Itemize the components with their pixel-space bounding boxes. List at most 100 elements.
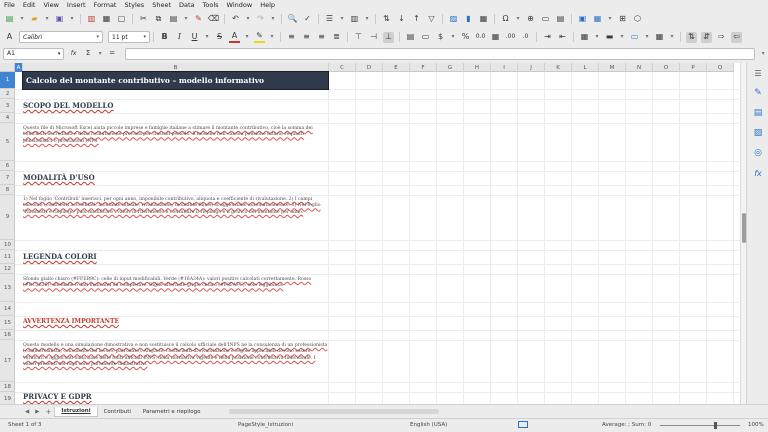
undo-icon[interactable]: ↶ [230,14,241,25]
modalita-text[interactable]: 1) Nel foglio 'Contributi' inserisci, pe… [23,197,328,216]
merge-center-icon[interactable]: ▭ [420,32,431,43]
sort-ascending-icon[interactable]: ↓ [396,14,407,25]
align-top-icon[interactable]: ⊤ [353,32,364,43]
row-header-14[interactable]: 14 [0,302,15,316]
styles-icon[interactable]: A [4,32,15,43]
currency-dropdown-icon[interactable]: ▾ [449,32,457,43]
column-header-f[interactable]: F [410,63,437,72]
sum-dropdown-icon[interactable]: ▾ [96,48,104,59]
paste-icon[interactable]: ▤ [168,14,179,25]
select-all-corner[interactable] [0,63,15,72]
menu-insert[interactable]: Insert [63,0,90,11]
wrap-text-icon[interactable]: ▤ [405,32,416,43]
export-pdf-icon[interactable]: ▥ [86,14,97,25]
conditional-dropdown-icon[interactable]: ▾ [668,32,676,43]
spreadsheet-grid[interactable]: A B C D E F G H I J K L M N O P Q 1 2 3 … [0,63,740,404]
autofilter-icon[interactable]: ▽ [426,14,437,25]
strikethrough-icon[interactable]: S [214,32,225,43]
row-header-19[interactable]: 19 [0,392,15,404]
zoom-level[interactable]: 100% [748,422,764,428]
language[interactable]: English (USA) [410,422,447,428]
legenda-text[interactable]: Sfondo giallo chiaro (#FFEB9C): celle di… [23,277,328,290]
modalita-heading[interactable]: MODALITÀ D'USO [23,173,95,182]
insert-chart-icon[interactable]: ▮ [463,14,474,25]
sum-icon[interactable]: Σ [83,48,93,59]
selection-mode-icon[interactable] [518,421,528,428]
define-print-area-icon[interactable]: ▣ [577,14,588,25]
special-character-dropdown-icon[interactable]: ▾ [514,14,522,25]
left-to-right-icon[interactable]: ⇨ [716,32,727,43]
highlight-dropdown-icon[interactable]: ▾ [268,32,276,43]
copy-icon[interactable]: ⧉ [153,14,164,25]
column-header-j[interactable]: J [518,63,545,72]
row-header-8[interactable]: 8 [0,185,15,195]
zoom-slider[interactable] [660,425,740,426]
delete-decimal-icon[interactable]: .0 [520,32,531,43]
save-dropdown-icon[interactable]: ▾ [68,14,76,25]
menu-edit[interactable]: Edit [19,0,40,11]
styles-icon[interactable]: ▤ [747,103,768,123]
hyperlink-icon[interactable]: ⊕ [525,14,536,25]
scopo-heading[interactable]: SCOPO DEL MODELLO [23,101,113,110]
column-header-p[interactable]: P [680,63,707,72]
insert-image-icon[interactable]: ▨ [448,14,459,25]
column-header-m[interactable]: M [599,63,626,72]
menu-window[interactable]: Window [223,0,257,11]
row-header-17[interactable]: 17 [0,340,15,382]
column-dropdown-icon[interactable]: ▾ [363,14,371,25]
legenda-heading[interactable]: LEGENDA COLORI [23,252,97,261]
headers-footers-icon[interactable]: ▤ [555,14,566,25]
format-date-icon[interactable]: ▦ [490,32,501,43]
menu-view[interactable]: View [39,0,62,11]
increase-indent-icon[interactable]: ⇥ [542,32,553,43]
zoom-slider-handle[interactable] [714,422,717,429]
center-vertically-icon[interactable]: ⊣ [368,32,379,43]
sheet-tab-parametri[interactable]: Parametri e riepilogo [137,407,207,417]
row-header-7[interactable]: 7 [0,171,15,185]
justify-icon[interactable]: ≣ [331,32,342,43]
italic-button[interactable]: I [174,32,185,43]
border-style-icon[interactable]: ▬ [604,32,615,43]
new-document-icon[interactable]: ▤ [4,14,15,25]
selection-summary[interactable]: Average: ; Sum: 0 [602,422,651,428]
border-color-dropdown-icon[interactable]: ▾ [643,32,651,43]
show-draw-functions-icon[interactable]: ⬡ [632,14,643,25]
border-color-icon[interactable]: ▭ [629,32,640,43]
font-color-icon[interactable]: A [229,32,240,43]
avvertenza-text[interactable]: Questo modello è una simulazione dimostr… [23,343,328,369]
row-header-15[interactable]: 15 [0,316,15,330]
align-bottom-icon[interactable]: ⊥ [383,31,394,43]
right-to-left-icon[interactable]: ⇦ [731,31,742,43]
save-icon[interactable]: ▣ [54,14,65,25]
column-header-n[interactable]: N [626,63,653,72]
menu-tools[interactable]: Tools [199,0,223,11]
menu-sheet[interactable]: Sheet [148,0,175,11]
scopo-text[interactable]: Questo file di Microsoft Excel aiuta pic… [23,126,328,145]
new-dropdown-icon[interactable]: ▾ [18,14,26,25]
column-header-o[interactable]: O [653,63,680,72]
clone-formatting-icon[interactable]: ✎ [193,14,204,25]
print-icon[interactable]: ▦ [101,14,112,25]
row-header-16[interactable]: 16 [0,330,15,340]
function-wizard-icon[interactable]: fx [68,48,78,59]
column-header-k[interactable]: K [545,63,572,72]
borders-icon[interactable]: ▦ [579,32,590,43]
column-header-a[interactable]: A [15,63,23,72]
comment-icon[interactable]: ▭ [540,14,551,25]
undo-dropdown-icon[interactable]: ▾ [244,14,252,25]
underline-button[interactable]: U [189,32,200,43]
row-header-6[interactable]: 6 [0,161,15,171]
sort-icon[interactable]: ⇅ [381,14,392,25]
expand-formula-bar-icon[interactable]: ▾ [759,48,767,59]
row-dropdown-icon[interactable]: ▾ [338,14,346,25]
column-header-i[interactable]: I [491,63,518,72]
add-decimal-icon[interactable]: .00 [505,32,516,43]
row-header-2[interactable]: 2 [0,89,15,99]
horizontal-scrollbar[interactable] [228,409,439,414]
sheet-tab-contributi[interactable]: Contributi [98,407,137,417]
print-preview-icon[interactable]: ▢ [116,14,127,25]
row-header-12[interactable]: 12 [0,264,15,274]
clear-formatting-icon[interactable]: ⌫ [208,14,219,25]
highlight-color-icon[interactable]: ✎ [254,32,265,43]
formula-input[interactable] [125,47,756,60]
